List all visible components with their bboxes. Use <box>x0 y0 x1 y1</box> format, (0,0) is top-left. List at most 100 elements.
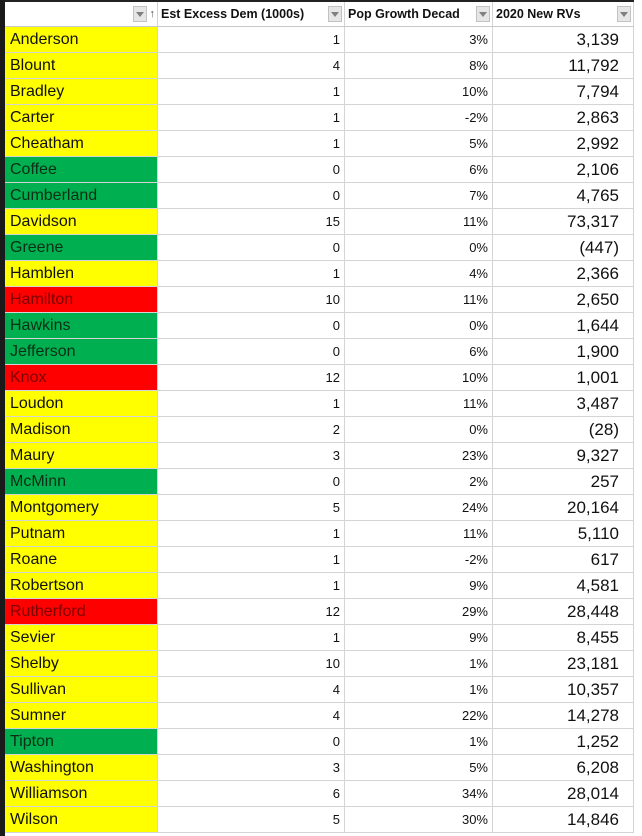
excess-dem-cell[interactable]: 4 <box>158 53 345 78</box>
county-cell[interactable]: Bradley <box>5 79 158 104</box>
pop-growth-cell[interactable]: 0% <box>345 417 493 442</box>
excess-dem-cell[interactable]: 2 <box>158 417 345 442</box>
county-cell[interactable]: Maury <box>5 443 158 468</box>
county-cell[interactable]: Hamilton <box>5 287 158 312</box>
pop-growth-cell[interactable]: 11% <box>345 521 493 546</box>
new-rvs-cell[interactable]: 8,455 <box>493 625 634 650</box>
new-rvs-cell[interactable]: 2,366 <box>493 261 634 286</box>
new-rvs-cell[interactable]: 2,992 <box>493 131 634 156</box>
excess-dem-cell[interactable]: 10 <box>158 651 345 676</box>
county-cell[interactable]: Washington <box>5 755 158 780</box>
pop-growth-cell[interactable]: 1% <box>345 651 493 676</box>
pop-growth-cell[interactable]: 9% <box>345 573 493 598</box>
new-rvs-cell[interactable]: 14,846 <box>493 807 634 832</box>
pop-growth-cell[interactable]: 0% <box>345 235 493 260</box>
pop-growth-cell[interactable]: 5% <box>345 131 493 156</box>
county-cell[interactable]: Shelby <box>5 651 158 676</box>
excess-dem-cell[interactable]: 15 <box>158 209 345 234</box>
pop-growth-cell[interactable]: 11% <box>345 391 493 416</box>
new-rvs-cell[interactable]: 7,794 <box>493 79 634 104</box>
county-cell[interactable]: Sevier <box>5 625 158 650</box>
filter-dropdown-icon[interactable] <box>132 6 147 22</box>
excess-dem-cell[interactable]: 0 <box>158 469 345 494</box>
pop-growth-cell[interactable]: 1% <box>345 677 493 702</box>
pop-growth-cell[interactable]: 7% <box>345 183 493 208</box>
county-cell[interactable]: Knox <box>5 365 158 390</box>
new-rvs-cell[interactable]: 6,208 <box>493 755 634 780</box>
filter-dropdown-icon[interactable] <box>617 6 631 22</box>
county-cell[interactable]: Anderson <box>5 27 158 52</box>
new-rvs-cell[interactable]: 11,792 <box>493 53 634 78</box>
pop-growth-cell[interactable]: 4% <box>345 261 493 286</box>
county-cell[interactable]: Cumberland <box>5 183 158 208</box>
excess-dem-cell[interactable]: 3 <box>158 443 345 468</box>
pop-growth-cell[interactable]: 0% <box>345 313 493 338</box>
new-rvs-cell[interactable]: 617 <box>493 547 634 572</box>
excess-dem-cell[interactable]: 1 <box>158 261 345 286</box>
county-cell[interactable]: Davidson <box>5 209 158 234</box>
new-rvs-cell[interactable]: 1,900 <box>493 339 634 364</box>
new-rvs-cell[interactable]: 2,650 <box>493 287 634 312</box>
county-cell[interactable]: Loudon <box>5 391 158 416</box>
excess-dem-cell[interactable]: 1 <box>158 27 345 52</box>
pop-growth-cell[interactable]: 10% <box>345 79 493 104</box>
excess-dem-cell[interactable]: 6 <box>158 781 345 806</box>
new-rvs-cell[interactable]: 4,765 <box>493 183 634 208</box>
excess-dem-cell[interactable]: 0 <box>158 339 345 364</box>
new-rvs-cell[interactable]: 257 <box>493 469 634 494</box>
new-rvs-cell[interactable]: 28,448 <box>493 599 634 624</box>
county-cell[interactable]: Cheatham <box>5 131 158 156</box>
county-cell[interactable]: Robertson <box>5 573 158 598</box>
excess-dem-cell[interactable]: 0 <box>158 183 345 208</box>
new-rvs-cell[interactable]: 14,278 <box>493 703 634 728</box>
excess-dem-cell[interactable]: 5 <box>158 807 345 832</box>
excess-dem-cell[interactable]: 1 <box>158 547 345 572</box>
excess-dem-cell[interactable]: 1 <box>158 625 345 650</box>
county-cell[interactable]: Blount <box>5 53 158 78</box>
county-cell[interactable]: Hamblen <box>5 261 158 286</box>
new-rvs-cell[interactable]: 5,110 <box>493 521 634 546</box>
pop-growth-cell[interactable]: 6% <box>345 157 493 182</box>
pop-growth-cell[interactable]: 2% <box>345 469 493 494</box>
county-cell[interactable]: Madison <box>5 417 158 442</box>
pop-growth-cell[interactable]: 8% <box>345 53 493 78</box>
new-rvs-cell[interactable]: 1,644 <box>493 313 634 338</box>
new-rvs-cell[interactable]: 1,252 <box>493 729 634 754</box>
sort-filter-button[interactable]: ↑ <box>132 6 155 22</box>
pop-growth-cell[interactable]: 10% <box>345 365 493 390</box>
county-cell[interactable]: Tipton <box>5 729 158 754</box>
excess-dem-cell[interactable]: 4 <box>158 703 345 728</box>
new-rvs-cell[interactable]: 9,327 <box>493 443 634 468</box>
pop-growth-cell[interactable]: 30% <box>345 807 493 832</box>
new-rvs-cell[interactable]: 28,014 <box>493 781 634 806</box>
excess-dem-cell[interactable]: 0 <box>158 729 345 754</box>
excess-dem-cell[interactable]: 4 <box>158 677 345 702</box>
county-cell[interactable]: Wilson <box>5 807 158 832</box>
filter-dropdown-icon[interactable] <box>476 6 490 22</box>
new-rvs-cell[interactable]: 23,181 <box>493 651 634 676</box>
excess-dem-cell[interactable]: 1 <box>158 391 345 416</box>
county-cell[interactable]: Sumner <box>5 703 158 728</box>
new-rvs-cell[interactable]: 3,139 <box>493 27 634 52</box>
pop-growth-cell[interactable]: 29% <box>345 599 493 624</box>
excess-dem-cell[interactable]: 10 <box>158 287 345 312</box>
county-cell[interactable]: Greene <box>5 235 158 260</box>
pop-growth-cell[interactable]: 24% <box>345 495 493 520</box>
pop-growth-cell[interactable]: 34% <box>345 781 493 806</box>
pop-growth-cell[interactable]: -2% <box>345 547 493 572</box>
new-rvs-cell[interactable]: 2,863 <box>493 105 634 130</box>
pop-growth-cell[interactable]: 23% <box>345 443 493 468</box>
new-rvs-cell[interactable]: 73,317 <box>493 209 634 234</box>
excess-dem-cell[interactable]: 0 <box>158 235 345 260</box>
new-rvs-cell[interactable]: 3,487 <box>493 391 634 416</box>
county-cell[interactable]: Carter <box>5 105 158 130</box>
excess-dem-cell[interactable]: 12 <box>158 365 345 390</box>
pop-growth-cell[interactable]: 22% <box>345 703 493 728</box>
excess-dem-cell[interactable]: 1 <box>158 573 345 598</box>
excess-dem-cell[interactable]: 0 <box>158 157 345 182</box>
county-cell[interactable]: Rutherford <box>5 599 158 624</box>
excess-dem-cell[interactable]: 0 <box>158 313 345 338</box>
new-rvs-cell[interactable]: 2,106 <box>493 157 634 182</box>
pop-growth-cell[interactable]: 11% <box>345 287 493 312</box>
new-rvs-cell[interactable]: 10,357 <box>493 677 634 702</box>
